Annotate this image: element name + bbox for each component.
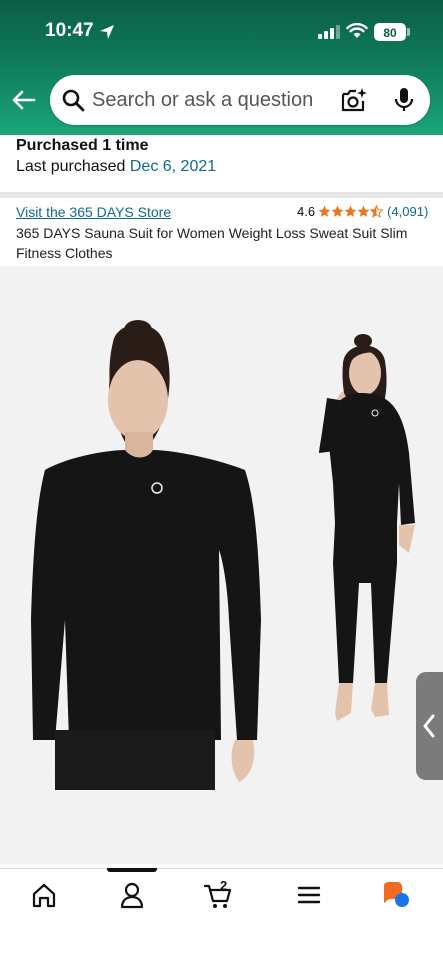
rating-summary[interactable]: 4.6 (4,091) — [297, 203, 428, 219]
star-full-icon — [357, 205, 370, 217]
status-bar: 10:47 80 — [0, 0, 443, 62]
battery-indicator: 80 — [374, 23, 406, 41]
star-half-icon — [370, 204, 384, 218]
last-purchased-label: Last purchased — [16, 158, 130, 175]
product-side-model-image[interactable] — [305, 333, 420, 723]
star-full-icon — [318, 205, 331, 217]
camera-search-icon[interactable] — [341, 87, 367, 113]
cart-icon[interactable] — [203, 880, 233, 910]
battery-tip — [407, 28, 410, 36]
product-title: 365 DAYS Sauna Suit for Women Weight Los… — [16, 225, 408, 261]
product-main-model-image[interactable] — [25, 320, 265, 790]
store-link[interactable]: Visit the 365 DAYS Store — [16, 204, 171, 220]
star-rating — [318, 204, 384, 218]
status-time: 10:47 — [45, 20, 94, 41]
app-header: 10:47 80 — [0, 0, 443, 135]
back-arrow-icon[interactable] — [10, 86, 38, 114]
last-purchased-date-link[interactable]: Dec 6, 2021 — [130, 158, 216, 175]
microphone-icon[interactable] — [392, 87, 416, 113]
star-full-icon — [331, 205, 344, 217]
search-icon — [62, 89, 85, 112]
menu-icon[interactable] — [294, 880, 324, 910]
purchased-count: Purchased 1 time — [16, 137, 149, 154]
rating-value: 4.6 — [297, 203, 316, 219]
rating-count: (4,091) — [387, 203, 429, 219]
chevron-left-icon — [423, 714, 435, 738]
location-arrow-icon — [100, 25, 114, 39]
signal-icon — [318, 25, 340, 39]
account-icon[interactable] — [117, 880, 147, 910]
home-icon[interactable] — [29, 880, 59, 910]
rufus-assistant-icon[interactable] — [381, 880, 411, 910]
wifi-icon — [346, 23, 368, 38]
search-bar[interactable] — [50, 75, 430, 125]
active-tab-indicator — [107, 868, 157, 872]
gallery-side-tab[interactable] — [416, 672, 443, 780]
search-input[interactable] — [92, 75, 342, 125]
star-full-icon — [344, 205, 357, 217]
section-divider — [0, 192, 443, 198]
last-purchased: Last purchased Dec 6, 2021 — [16, 158, 216, 176]
